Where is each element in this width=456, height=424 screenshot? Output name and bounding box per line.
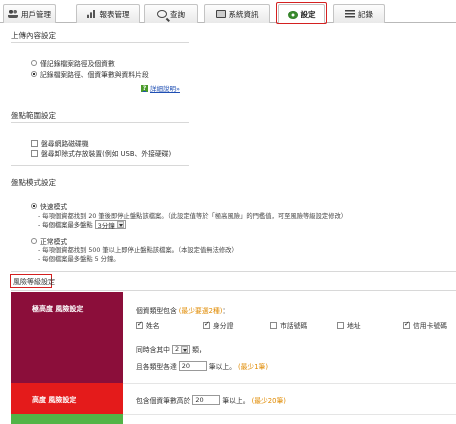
types-label: 個資類型包含 <box>136 307 177 315</box>
high-risk-label: 高度 風險設定 <box>32 396 77 404</box>
option-label: 記錄檔案路徑、個資筆數與資料片段 <box>40 71 149 79</box>
high-risk-pre: 包含個資筆數高於 <box>136 397 191 405</box>
divider <box>123 414 456 415</box>
select-value: 3分鐘 <box>97 221 115 230</box>
mode-section-title: 盤點模式設定 <box>11 178 56 187</box>
gear-icon <box>287 10 298 19</box>
radio-button-selected[interactable] <box>31 71 37 77</box>
risk-section-title: 風險等級設定 <box>13 278 55 286</box>
divider <box>11 271 456 272</box>
types-colon: ： <box>222 307 230 315</box>
divider <box>11 165 189 166</box>
checkbox[interactable] <box>270 321 277 329</box>
very-high-risk-label-cell: 極高度 風險設定 <box>11 292 123 383</box>
type-label: 身分證 <box>213 322 234 330</box>
chevron-down-icon <box>181 345 189 353</box>
tab-settings[interactable]: 設定 <box>278 4 325 24</box>
type-credit-card[interactable]: 信用卡號碼 <box>403 320 447 330</box>
monitor-icon <box>215 10 226 18</box>
quick-mode-duration-row: - 每個檔案最多盤點 3分鐘 <box>38 220 128 230</box>
high-risk-hint: (最少20筆) <box>251 397 286 405</box>
minutes-select[interactable]: 3分鐘 <box>94 220 126 230</box>
bar-chart-icon <box>86 10 97 18</box>
radio-button[interactable] <box>31 60 37 66</box>
divider <box>11 290 456 291</box>
mode-quick[interactable]: 快速模式 <box>31 201 67 211</box>
tab-user-management[interactable]: 用戶管理 <box>3 4 56 23</box>
high-risk-count-input[interactable]: 20 <box>192 395 221 405</box>
tab-label: 系統資訊 <box>228 9 259 19</box>
users-icon <box>8 10 18 18</box>
scope-section-title: 盤點範圍設定 <box>11 111 56 120</box>
upload-option-paths-snippets[interactable]: 記錄檔案路徑、個資筆數與資料片段 <box>31 69 149 79</box>
types-hint: (最少要選2種) <box>178 307 223 315</box>
checkbox-checked[interactable] <box>203 320 210 329</box>
type-label: 市話號碼 <box>280 322 308 330</box>
option-label: 僅記錄檔案路徑及個資數 <box>40 60 115 68</box>
each-type-hint: (最少1筆) <box>237 363 268 371</box>
checkbox[interactable] <box>31 139 38 147</box>
list-icon <box>345 10 355 18</box>
chevron-down-icon <box>116 221 124 228</box>
type-phone[interactable]: 市話號碼 <box>270 320 307 330</box>
type-label: 信用卡號碼 <box>413 322 447 330</box>
radio-button[interactable] <box>31 238 37 244</box>
tab-label: 記錄 <box>358 9 373 19</box>
tab-label: 查詢 <box>170 9 185 19</box>
simultaneous-count-select[interactable]: 2 <box>171 344 191 354</box>
upload-section-title: 上傳內容設定 <box>11 31 56 40</box>
medium-risk-label-cell <box>11 414 123 424</box>
tab-label: 用戶管理 <box>21 9 51 19</box>
search-icon <box>157 10 167 18</box>
tab-report-management[interactable]: 報表管理 <box>76 4 140 23</box>
high-risk-label-cell: 高度 風險設定 <box>11 383 123 414</box>
high-risk-row: 包含個資筆數高於 20 筆以上。 (最少20筆) <box>136 395 286 405</box>
upload-option-paths-count[interactable]: 僅記錄檔案路徑及個資數 <box>31 58 115 68</box>
very-high-risk-label: 極高度 風險設定 <box>32 305 84 313</box>
option-label: 快速模式 <box>40 203 68 211</box>
each-type-post: 筆以上。 <box>208 363 236 371</box>
divider <box>123 383 456 384</box>
checkbox-checked[interactable] <box>136 320 143 329</box>
each-type-count-input[interactable]: 20 <box>178 361 207 371</box>
type-id-card[interactable]: 身分證 <box>203 320 233 330</box>
option-label: 盤尋卸除式存放裝置(例如 USB、外接硬碟) <box>41 150 172 158</box>
select-value: 2 <box>174 345 180 353</box>
divider <box>11 42 189 43</box>
radio-button-selected[interactable] <box>31 203 37 209</box>
tab-label: 設定 <box>300 10 316 19</box>
normal-mode-note: - 每項個資都找到 500 筆以上即停止盤點該檔案。（本設定值無法修改） <box>38 247 238 254</box>
simultaneous-row: 同時含其中 2 類， <box>136 344 206 354</box>
details-help-link[interactable]: ? 詳細說明» <box>141 83 180 93</box>
type-name[interactable]: 姓名 <box>136 320 160 330</box>
high-risk-post: 筆以上。 <box>222 397 250 405</box>
tab-system-info[interactable]: 系統資訊 <box>204 4 270 23</box>
scope-network-drives[interactable]: 盤尋網路磁碟機 <box>31 138 89 148</box>
each-type-row: 且各類型各達 20 筆以上。 (最少1筆) <box>136 361 268 371</box>
normal-mode-duration-note: - 每個檔案最多盤點 5 分鐘。 <box>38 256 120 263</box>
option-label: 盤尋網路磁碟機 <box>41 140 89 148</box>
divider <box>11 122 189 123</box>
tab-logs[interactable]: 記錄 <box>333 4 385 23</box>
quick-mode-note: - 每項個資都找到 20 筆後即停止盤點該檔案。（此設定值等於「極高風險」的門檻… <box>38 213 348 220</box>
help-link-label: 詳細說明» <box>150 85 180 93</box>
tab-label: 報表管理 <box>99 9 130 19</box>
simultaneous-pre: 同時含其中 <box>136 346 170 354</box>
duration-label: - 每個檔案最多盤點 <box>38 222 93 229</box>
scope-removable-storage[interactable]: 盤尋卸除式存放裝置(例如 USB、外接硬碟) <box>31 148 171 158</box>
checkbox-checked[interactable] <box>403 320 410 329</box>
type-address[interactable]: 地址 <box>337 320 361 330</box>
simultaneous-post: 類， <box>192 346 206 354</box>
question-icon: ? <box>141 84 148 92</box>
checkbox[interactable] <box>337 321 344 329</box>
each-type-pre: 且各類型各達 <box>136 363 177 371</box>
type-label: 姓名 <box>146 322 160 330</box>
types-heading: 個資類型包含 (最少要選2種) ： <box>136 305 229 315</box>
tab-query[interactable]: 查詢 <box>144 4 198 23</box>
tab-bar: 用戶管理 報表管理 查詢 系統資訊 設定 記錄 <box>0 0 456 24</box>
type-label: 地址 <box>347 322 361 330</box>
checkbox[interactable] <box>31 149 38 157</box>
